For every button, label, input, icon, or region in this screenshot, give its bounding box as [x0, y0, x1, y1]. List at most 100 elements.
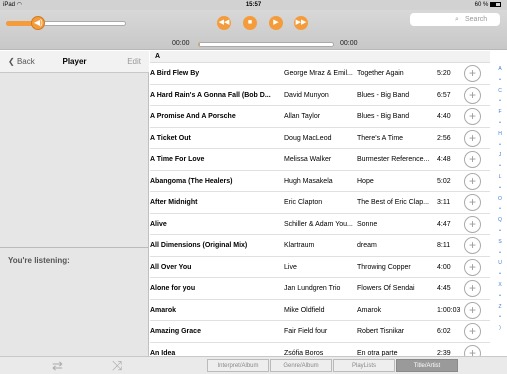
- index-letter[interactable]: •: [495, 183, 505, 194]
- table-row[interactable]: All Over You Live Throwing Copper 4:00 +: [150, 257, 490, 278]
- song-title: All Dimensions (Original Mix): [150, 242, 248, 249]
- battery-icon: [490, 1, 501, 7]
- song-artist: Klartraum: [284, 242, 315, 249]
- song-album: dream: [357, 242, 377, 249]
- fast-forward-button[interactable]: ▶▶: [294, 16, 308, 30]
- song-title: A Promise And A Porsche: [150, 113, 236, 120]
- song-album: Blues - Big Band: [357, 91, 410, 99]
- play-button[interactable]: ▶: [269, 16, 283, 30]
- nav-bar: ❮ Back Player Edit: [0, 51, 149, 73]
- progress-fill: [199, 43, 201, 46]
- add-icon[interactable]: +: [464, 258, 481, 276]
- song-album: Hope: [357, 177, 374, 185]
- table-row[interactable]: Alone for you Jan Lundgren Trio Flowers Of…: [150, 278, 490, 300]
- index-letter[interactable]: J: [495, 150, 505, 161]
- add-icon[interactable]: +: [464, 108, 481, 125]
- song-artist: Eric Clapton: [284, 199, 323, 206]
- edit-button[interactable]: Edit: [127, 51, 141, 73]
- index-letter[interactable]: •: [495, 269, 505, 280]
- index-letter[interactable]: •: [495, 140, 505, 151]
- song-title: All Over You: [150, 263, 192, 271]
- song-list: A A Bird Flew By George Mraz & Emil... Tog…: [150, 51, 490, 364]
- add-icon[interactable]: +: [464, 129, 481, 147]
- table-row[interactable]: After Midnight Eric Clapton The Best of Er…: [150, 192, 490, 214]
- table-row[interactable]: Amarok Mike Oldfield Amarok 1:00:03 +: [150, 300, 490, 321]
- index-letter[interactable]: •: [495, 291, 505, 302]
- add-icon[interactable]: +: [464, 237, 481, 254]
- table-row[interactable]: A Time For Love Melissa Walker Burmester R…: [150, 149, 490, 171]
- index-letter[interactable]: U: [495, 258, 505, 269]
- song-album: The Best of Eric Clap...: [357, 199, 429, 206]
- add-icon[interactable]: +: [464, 86, 481, 104]
- add-icon[interactable]: +: [464, 65, 481, 82]
- index-letter[interactable]: L: [495, 172, 505, 183]
- song-artist: Doug MacLeod: [284, 134, 332, 142]
- index-letter[interactable]: X: [495, 280, 505, 291]
- index-letter[interactable]: C: [495, 86, 505, 97]
- clock: 15:57: [245, 2, 262, 8]
- play-icon: ▶: [273, 19, 279, 26]
- status-bar: iPad ◠ 15:57 60 %: [0, 0, 507, 10]
- search-icon: ⌕: [455, 16, 459, 23]
- add-icon[interactable]: +: [464, 194, 481, 211]
- song-album: Throwing Copper: [357, 263, 411, 271]
- add-icon[interactable]: +: [464, 151, 481, 168]
- index-letter[interactable]: •: [495, 161, 505, 172]
- song-artist: Melissa Walker: [284, 156, 332, 163]
- tab-playlists[interactable]: PlayLists: [333, 359, 395, 372]
- tab-genre-album[interactable]: Genre/Album: [270, 359, 332, 372]
- remaining-time: 00:00: [340, 40, 358, 47]
- add-icon[interactable]: +: [464, 280, 481, 297]
- table-row[interactable]: A Ticket Out Doug MacLeod There's A Time 2:…: [150, 128, 490, 149]
- progress-bar[interactable]: [198, 42, 334, 47]
- alphabet-index[interactable]: A • C • F • H • J • L • O • Q • S • U • X • Z •): [495, 64, 505, 354]
- index-letter[interactable]: •: [495, 226, 505, 237]
- table-row[interactable]: A Promise And A Porsche Allan Taylor Blues…: [150, 106, 490, 128]
- table-row[interactable]: A Bird Flew By George Mraz & Emil... Toget…: [150, 63, 490, 85]
- add-icon[interactable]: +: [464, 323, 481, 340]
- index-letter[interactable]: •: [495, 204, 505, 215]
- speaker-icon[interactable]: ◀): [31, 16, 46, 30]
- index-letter[interactable]: A: [495, 64, 505, 75]
- left-panel: ❮ Back Player Edit You're listening:: [0, 51, 149, 356]
- song-artist: George Mraz & Emil...: [284, 70, 353, 77]
- song-album: Blues - Big Band: [357, 113, 410, 120]
- song-artist: Schiller & Adam You...: [284, 220, 353, 228]
- index-letter[interactable]: Q: [495, 215, 505, 226]
- index-letter[interactable]: •: [495, 118, 505, 129]
- index-letter[interactable]: •: [495, 312, 505, 323]
- index-letter[interactable]: O: [495, 194, 505, 205]
- repeat-icon[interactable]: ⇄: [52, 358, 63, 374]
- index-letter[interactable]: ): [495, 323, 505, 334]
- divider: [0, 247, 149, 248]
- add-icon[interactable]: +: [464, 172, 481, 190]
- index-letter[interactable]: •: [495, 248, 505, 259]
- song-title: A Bird Flew By: [150, 70, 200, 77]
- tab-interpret-album[interactable]: Interpret/Album: [207, 359, 269, 372]
- song-title: Amarok: [150, 306, 177, 314]
- add-icon[interactable]: +: [464, 301, 481, 319]
- add-icon[interactable]: +: [464, 215, 481, 233]
- table-row[interactable]: All Dimensions (Original Mix) Klartraum dr…: [150, 235, 490, 257]
- index-letter[interactable]: Z: [495, 302, 505, 313]
- stop-button[interactable]: ■: [243, 16, 257, 30]
- rewind-button[interactable]: ◀◀: [217, 16, 231, 30]
- search-input[interactable]: ⌕ Search: [410, 13, 500, 26]
- tab-title-artist[interactable]: Title/Artist: [396, 359, 458, 372]
- table-row[interactable]: A Hard Rain's A Gonna Fall (Bob D... Davi…: [150, 85, 490, 106]
- index-letter[interactable]: •: [495, 96, 505, 107]
- volume-slider[interactable]: ◀): [6, 16, 126, 30]
- table-row[interactable]: Amazing Grace Fair Field four Robert Tisni…: [150, 321, 490, 343]
- shuffle-icon[interactable]: ⤨: [112, 358, 122, 374]
- rewind-icon: ◀◀: [218, 19, 230, 26]
- index-letter[interactable]: F: [495, 107, 505, 118]
- song-artist: Allan Taylor: [284, 113, 321, 120]
- index-letter[interactable]: H: [495, 129, 505, 140]
- index-letter[interactable]: S: [495, 237, 505, 248]
- index-letter[interactable]: •: [495, 75, 505, 86]
- fast-forward-icon: ▶▶: [295, 19, 307, 26]
- song-album: Flowers Of Sendai: [357, 285, 415, 292]
- table-row[interactable]: Alive Schiller & Adam You... Sonne 4:47 +: [150, 214, 490, 235]
- song-title: Alive: [150, 220, 167, 228]
- table-row[interactable]: Abangoma (The Healers) Hugh Masakela Hope 5…: [150, 171, 490, 192]
